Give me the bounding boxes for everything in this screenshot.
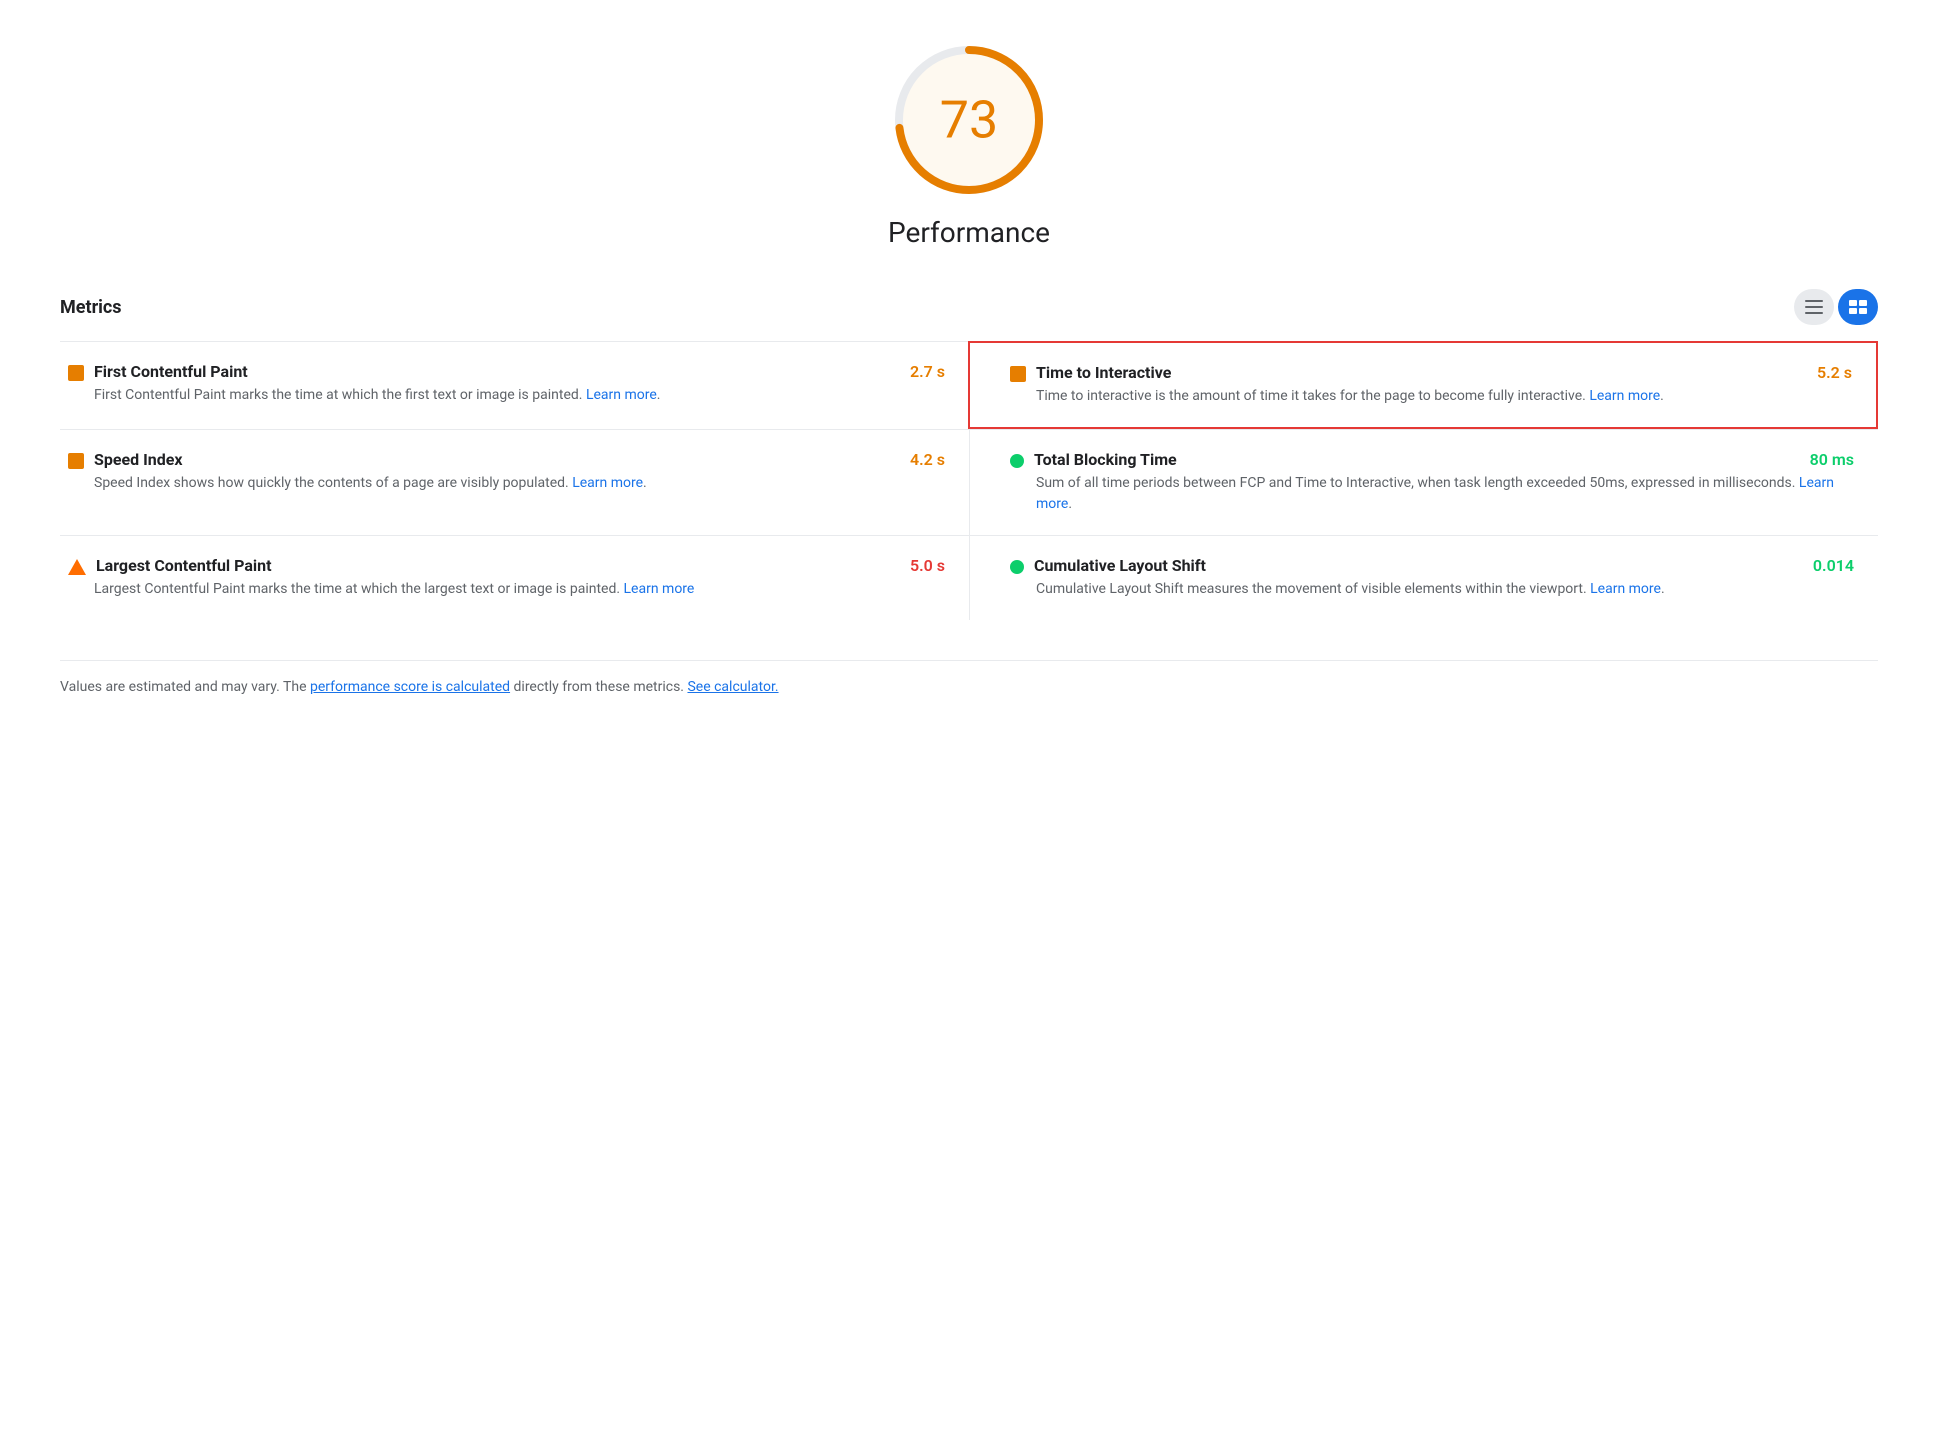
score-section: 73 Performance bbox=[60, 40, 1878, 249]
metric-si-value: 4.2 s bbox=[910, 450, 945, 469]
metric-tbt-learn-more[interactable]: Learn more bbox=[1036, 475, 1834, 512]
metric-tti: Time to Interactive 5.2 s Time to intera… bbox=[968, 341, 1878, 429]
metric-cls: Cumulative Layout Shift 0.014 Cumulative… bbox=[969, 535, 1878, 620]
metric-tbt-desc: Sum of all time periods between FCP and … bbox=[1036, 473, 1854, 515]
footer-text-middle: directly from these metrics. bbox=[510, 679, 687, 695]
orange-triangle-icon-lcp bbox=[68, 559, 86, 575]
metric-si: Speed Index 4.2 s Speed Index shows how … bbox=[60, 429, 969, 535]
green-circle-icon-tbt bbox=[1010, 454, 1024, 468]
metric-lcp-value: 5.0 s bbox=[910, 556, 945, 575]
metric-lcp-desc: Largest Contentful Paint marks the time … bbox=[94, 579, 945, 600]
metrics-grid: First Contentful Paint 2.7 s First Conte… bbox=[60, 341, 1878, 620]
metric-tti-name: Time to Interactive bbox=[1036, 363, 1171, 382]
list-view-toggle[interactable] bbox=[1794, 289, 1834, 325]
performance-label: Performance bbox=[888, 216, 1050, 249]
metric-tti-learn-more[interactable]: Learn more bbox=[1589, 388, 1660, 404]
metric-tti-desc: Time to interactive is the amount of tim… bbox=[1036, 386, 1852, 407]
metric-fcp-desc: First Contentful Paint marks the time at… bbox=[94, 385, 945, 406]
detail-view-toggle[interactable] bbox=[1838, 289, 1878, 325]
metric-lcp-learn-more[interactable]: Learn more bbox=[624, 581, 695, 597]
metric-tbt: Total Blocking Time 80 ms Sum of all tim… bbox=[969, 429, 1878, 535]
footer-text-before: Values are estimated and may vary. The bbox=[60, 679, 310, 695]
metric-si-name: Speed Index bbox=[94, 450, 183, 469]
see-calculator-link[interactable]: See calculator. bbox=[687, 679, 778, 695]
metric-fcp-name: First Contentful Paint bbox=[94, 362, 248, 381]
metric-cls-desc: Cumulative Layout Shift measures the mov… bbox=[1036, 579, 1854, 600]
list-icon bbox=[1805, 300, 1823, 314]
orange-square-icon-tti bbox=[1010, 366, 1026, 382]
metric-tbt-name: Total Blocking Time bbox=[1034, 450, 1177, 469]
metric-cls-value: 0.014 bbox=[1813, 556, 1854, 575]
performance-score-link[interactable]: performance score is calculated bbox=[310, 679, 510, 695]
metric-lcp-name: Largest Contentful Paint bbox=[96, 556, 272, 575]
metrics-section: Metrics bbox=[60, 289, 1878, 620]
metric-si-learn-more[interactable]: Learn more bbox=[572, 475, 643, 491]
detail-icon bbox=[1849, 300, 1867, 314]
metric-cls-learn-more[interactable]: Learn more bbox=[1590, 581, 1661, 597]
orange-square-icon-si bbox=[68, 453, 84, 469]
view-toggle bbox=[1794, 289, 1878, 325]
metric-lcp: Largest Contentful Paint 5.0 s Largest C… bbox=[60, 535, 969, 620]
metric-fcp: First Contentful Paint 2.7 s First Conte… bbox=[60, 341, 969, 429]
metrics-title: Metrics bbox=[60, 297, 122, 318]
metrics-header: Metrics bbox=[60, 289, 1878, 325]
metric-cls-name: Cumulative Layout Shift bbox=[1034, 556, 1206, 575]
footer-note: Values are estimated and may vary. The p… bbox=[60, 660, 1878, 698]
metric-tti-header: Time to Interactive 5.2 s bbox=[1010, 363, 1852, 382]
metric-lcp-header: Largest Contentful Paint 5.0 s bbox=[68, 556, 945, 575]
score-circle: 73 bbox=[889, 40, 1049, 200]
orange-square-icon bbox=[68, 365, 84, 381]
metric-tbt-value: 80 ms bbox=[1810, 450, 1854, 469]
metric-si-header: Speed Index 4.2 s bbox=[68, 450, 945, 469]
metric-cls-header: Cumulative Layout Shift 0.014 bbox=[1010, 556, 1854, 575]
metric-tbt-header: Total Blocking Time 80 ms bbox=[1010, 450, 1854, 469]
metric-tti-value: 5.2 s bbox=[1817, 363, 1852, 382]
metric-fcp-value: 2.7 s bbox=[910, 362, 945, 381]
metric-fcp-learn-more[interactable]: Learn more bbox=[586, 387, 657, 403]
score-value: 73 bbox=[940, 90, 998, 151]
metric-si-desc: Speed Index shows how quickly the conten… bbox=[94, 473, 945, 494]
green-circle-icon-cls bbox=[1010, 560, 1024, 574]
metric-fcp-header: First Contentful Paint 2.7 s bbox=[68, 362, 945, 381]
